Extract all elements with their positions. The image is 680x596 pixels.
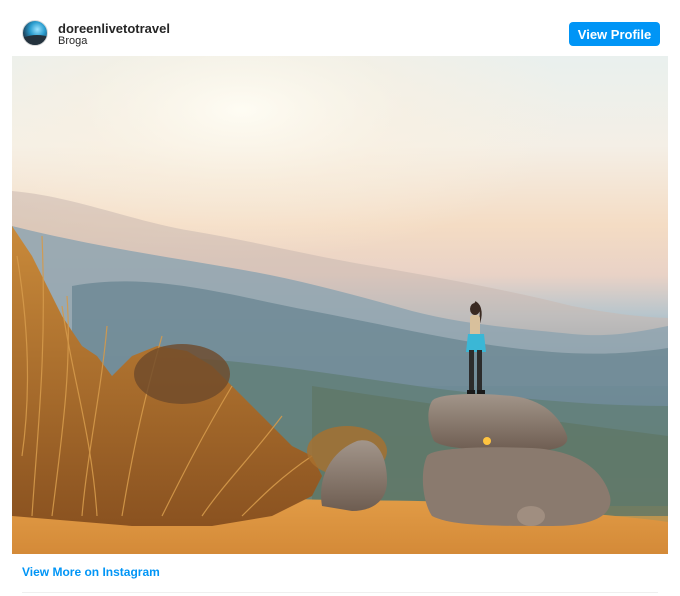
username[interactable]: doreenlivetotravel — [58, 21, 170, 36]
location[interactable]: Broga — [58, 35, 87, 47]
avatar[interactable] — [22, 20, 48, 46]
pebble-rock — [517, 506, 545, 526]
post-photo[interactable] — [12, 56, 668, 554]
sun-flare — [483, 437, 491, 445]
view-profile-button[interactable]: View Profile — [569, 22, 660, 46]
shrub — [134, 344, 230, 404]
instagram-embed-card: doreenlivetotravel Broga View Profile Vi… — [0, 0, 680, 596]
divider — [22, 592, 658, 593]
photo-scene — [12, 56, 668, 554]
view-more-link[interactable]: View More on Instagram — [22, 565, 160, 579]
post-header: doreenlivetotravel Broga View Profile — [22, 20, 660, 50]
